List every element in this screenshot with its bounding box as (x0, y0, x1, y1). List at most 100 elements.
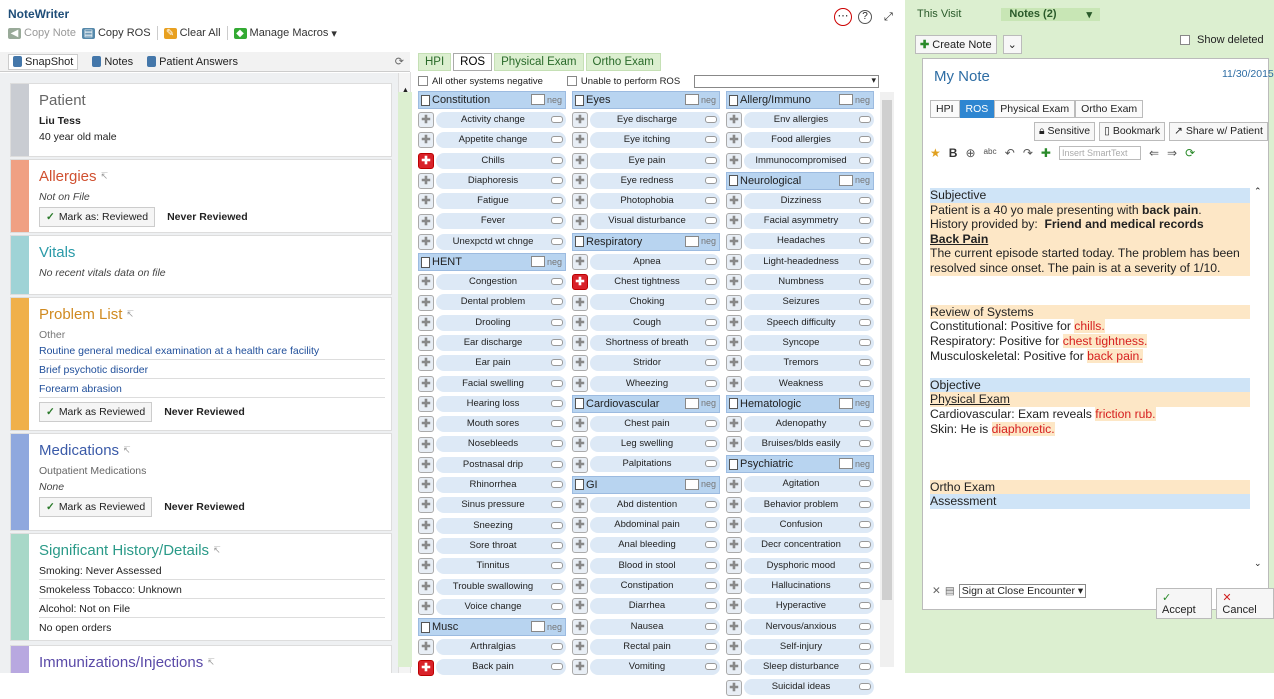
ros-symptom[interactable]: ✚ Nausea (572, 618, 720, 636)
ros-group-neg-toggle[interactable]: neg (530, 94, 562, 105)
ros-symptom-label[interactable]: Ear pain (436, 355, 566, 372)
note-body[interactable]: Subjective Patient is a 40 yo male prese… (930, 188, 1250, 558)
copy-note-button[interactable]: ◀ Copy Note (8, 27, 76, 39)
minus-icon[interactable] (705, 379, 717, 387)
ros-symptom-label[interactable]: Appetite change (436, 132, 566, 149)
allergies-heading[interactable]: Allergies (39, 168, 97, 185)
minus-icon[interactable] (551, 481, 563, 489)
ros-symptom-label[interactable]: Self-injury (744, 638, 874, 655)
ros-symptom-label[interactable]: Syncope (744, 334, 874, 351)
minus-icon[interactable] (551, 318, 563, 326)
minus-icon[interactable] (705, 541, 717, 549)
ros-reason-select[interactable]: ▾ (694, 75, 879, 88)
plus-icon[interactable]: ✚ (726, 578, 742, 595)
ros-symptom-label[interactable]: Rectal pain (590, 638, 720, 655)
ros-symptom-label[interactable]: Bruises/blds easily (744, 436, 874, 453)
ros-symptom[interactable]: ✚ Sleep disturbance (726, 658, 874, 676)
ros-symptom[interactable]: ✚ Tremors (726, 354, 874, 372)
tab-ortho-exam[interactable]: Ortho Exam (585, 53, 661, 71)
ros-symptom-label[interactable]: Apnea (590, 253, 720, 270)
ros-symptom[interactable]: ✚ Back pain (418, 658, 566, 676)
minus-icon[interactable] (859, 116, 871, 123)
ros-symptom[interactable]: ✚ Cough (572, 314, 720, 332)
ros-group-header[interactable]: Constitution neg (418, 91, 566, 109)
ros-symptom[interactable]: ✚ Apnea (572, 253, 720, 271)
minus-icon[interactable] (859, 561, 871, 569)
note-tab-hpi[interactable]: HPI (930, 100, 960, 118)
minus-icon[interactable] (705, 197, 717, 205)
ros-symptom[interactable]: ✚ Blood in stool (572, 557, 720, 575)
minus-icon[interactable] (705, 581, 717, 589)
plus-icon[interactable]: ✚ (418, 598, 434, 615)
star-icon[interactable]: ★ (930, 146, 941, 160)
ros-symptom-label[interactable]: Fatigue (436, 193, 566, 210)
tab-patient-answers[interactable]: Patient Answers (147, 56, 238, 68)
plus-icon[interactable]: ✚ (572, 193, 588, 210)
ros-symptom[interactable]: ✚ Photophobia (572, 192, 720, 210)
plus-icon[interactable]: ✚ (572, 213, 588, 230)
plus-icon[interactable]: ✚ (572, 578, 588, 595)
minus-icon[interactable] (551, 237, 563, 245)
minus-icon[interactable] (859, 480, 871, 488)
plus-icon[interactable]: ✚ (726, 112, 742, 129)
ros-symptom-label[interactable]: Hearing loss (436, 395, 566, 412)
ros-symptom[interactable]: ✚ Arthralgias (418, 638, 566, 656)
tab-physical-exam[interactable]: Physical Exam (494, 53, 584, 71)
plus-icon[interactable]: ✚ (726, 375, 742, 392)
note-tab-ros[interactable]: ROS (959, 100, 995, 118)
plus-icon[interactable]: ✚ (572, 355, 588, 372)
minus-icon[interactable] (705, 318, 717, 326)
ros-symptom-label[interactable]: Facial swelling (436, 375, 566, 392)
ros-symptom-label[interactable]: Light-headedness (744, 253, 874, 270)
minus-icon[interactable] (551, 501, 563, 509)
ros-group-header[interactable]: Cardiovascular neg (572, 394, 720, 413)
notes-dropdown[interactable]: Notes (2) ▾ (1001, 8, 1101, 21)
minus-icon[interactable] (859, 338, 871, 346)
ros-symptom-label[interactable]: Back pain (436, 659, 566, 676)
plus-icon[interactable]: ✚ (418, 193, 434, 210)
ros-symptom-label[interactable]: Behavior problem (744, 496, 874, 513)
note-tab-ortho-exam[interactable]: Ortho Exam (1075, 100, 1144, 118)
minus-icon[interactable] (859, 663, 871, 671)
clear-all-button[interactable]: ✎ Clear All (163, 27, 221, 39)
minus-icon[interactable] (551, 197, 563, 205)
ros-group-header[interactable]: Allerg/Immuno neg (726, 91, 874, 109)
ros-group-header[interactable]: Neurological neg (726, 171, 874, 190)
plus-icon[interactable]: ✚ (418, 416, 434, 433)
plus-icon[interactable]: ✚ (418, 477, 434, 494)
problems-mark-reviewed-button[interactable]: ✓ Mark as Reviewed (39, 402, 153, 422)
plus-icon[interactable]: ✚ (572, 517, 588, 534)
popout-icon[interactable]: ↸ (101, 171, 109, 182)
ros-symptom-label[interactable]: Dental problem (436, 294, 566, 311)
popout-icon[interactable]: ↸ (123, 445, 131, 456)
ros-symptom-label[interactable]: Photophobia (590, 193, 720, 210)
minus-icon[interactable] (551, 217, 563, 225)
plus-icon[interactable]: ✚ (418, 294, 434, 311)
help-icon[interactable]: ? (858, 10, 872, 24)
ros-symptom-label[interactable]: Trouble swallowing (436, 578, 566, 595)
plus-icon[interactable]: ✚ (572, 436, 588, 453)
minus-icon[interactable] (705, 521, 717, 529)
ros-symptom-label[interactable]: Numbness (744, 274, 874, 291)
positive-icon[interactable]: ✚ (418, 659, 434, 676)
ros-symptom-label[interactable]: Sneezing (436, 517, 566, 534)
plus-icon[interactable]: ✚ (726, 253, 742, 270)
plus-icon[interactable]: ✚ (726, 557, 742, 574)
minus-icon[interactable] (859, 318, 871, 326)
smarttext-input[interactable]: Insert SmartText (1058, 146, 1141, 160)
ros-symptom[interactable]: ✚ Eye pain (572, 152, 720, 170)
plus-icon[interactable]: ✚ (418, 335, 434, 352)
ros-group-neg-toggle[interactable]: neg (530, 621, 562, 633)
ros-symptom-label[interactable]: Postnasal drip (436, 456, 566, 473)
plus-icon[interactable]: ✚ (418, 213, 434, 230)
minus-icon[interactable] (551, 602, 563, 610)
ros-group-header[interactable]: Musc neg (418, 618, 566, 637)
ros-symptom-label[interactable]: Anal bleeding (590, 537, 720, 554)
tab-snapshot[interactable]: SnapShot (8, 53, 79, 70)
ros-symptom-label[interactable]: Food allergies (744, 132, 874, 149)
history-heading[interactable]: Significant History/Details (39, 542, 209, 559)
plus-icon[interactable]: ✚ (572, 456, 588, 473)
scroll-up-icon[interactable]: ⌃ (1254, 186, 1266, 197)
ros-symptom-label[interactable]: Choking (590, 294, 720, 311)
ros-group-neg-toggle[interactable]: neg (530, 256, 562, 268)
